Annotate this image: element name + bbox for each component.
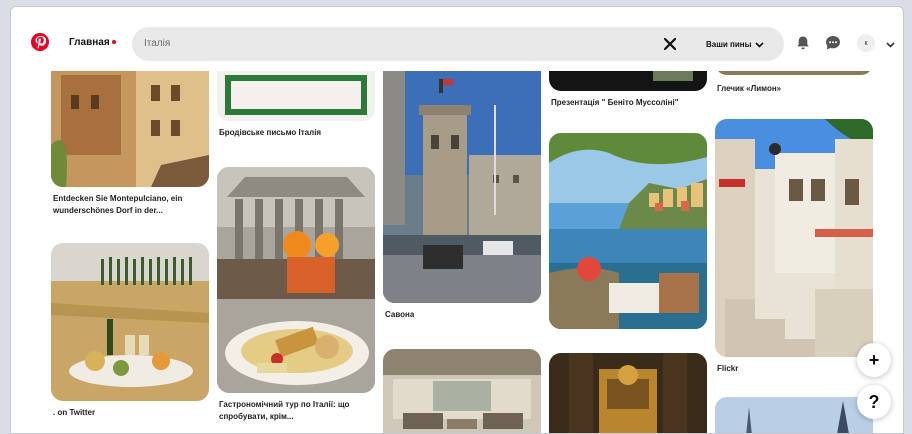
pin-image[interactable]: [51, 243, 209, 401]
browser-frame: Главная Італія Ваши пины к Entdecken Sie…: [10, 6, 904, 434]
pin-title[interactable]: Бродівське письмо Італія: [219, 127, 373, 139]
your-pins-dropdown[interactable]: Ваши пины: [694, 34, 774, 54]
create-button[interactable]: +: [857, 343, 891, 377]
pin-image[interactable]: [383, 349, 541, 433]
pin-image[interactable]: [715, 119, 873, 357]
pin-title[interactable]: Презентація " Беніто Муссоліні": [551, 97, 705, 109]
pin-title[interactable]: Глечик «Лимон»: [717, 83, 871, 95]
pin-title[interactable]: Entdecken Sie Montepulciano, ein wunders…: [53, 193, 207, 217]
home-active-dot: [112, 40, 116, 44]
pin-image[interactable]: [549, 133, 707, 329]
top-bar: Главная Італія Ваши пины к: [11, 7, 903, 71]
pin-title[interactable]: Гастрономічний тур по Італії: що спробув…: [219, 399, 373, 423]
pin-image[interactable]: [715, 397, 873, 433]
pinterest-logo-icon[interactable]: [31, 33, 49, 51]
chevron-down-icon: [755, 41, 765, 48]
pin-title[interactable]: . on Twitter: [53, 407, 207, 419]
search-input[interactable]: Італія: [144, 38, 170, 49]
home-tab[interactable]: Главная: [69, 37, 110, 48]
help-button[interactable]: ?: [857, 385, 891, 419]
bell-icon[interactable]: [795, 35, 811, 51]
pin-image[interactable]: [383, 45, 541, 303]
avatar[interactable]: к: [857, 34, 875, 52]
pin-image[interactable]: [217, 167, 375, 393]
pin-title[interactable]: Flickr: [717, 363, 871, 375]
pin-image[interactable]: [549, 353, 707, 433]
pin-title[interactable]: Савона: [385, 309, 539, 321]
messages-icon[interactable]: [825, 35, 841, 51]
clear-search-icon[interactable]: [662, 36, 678, 52]
search-bar[interactable]: Італія Ваши пины: [132, 27, 784, 61]
your-pins-label: Ваши пины: [706, 39, 752, 49]
account-chevron-icon[interactable]: [886, 40, 895, 49]
